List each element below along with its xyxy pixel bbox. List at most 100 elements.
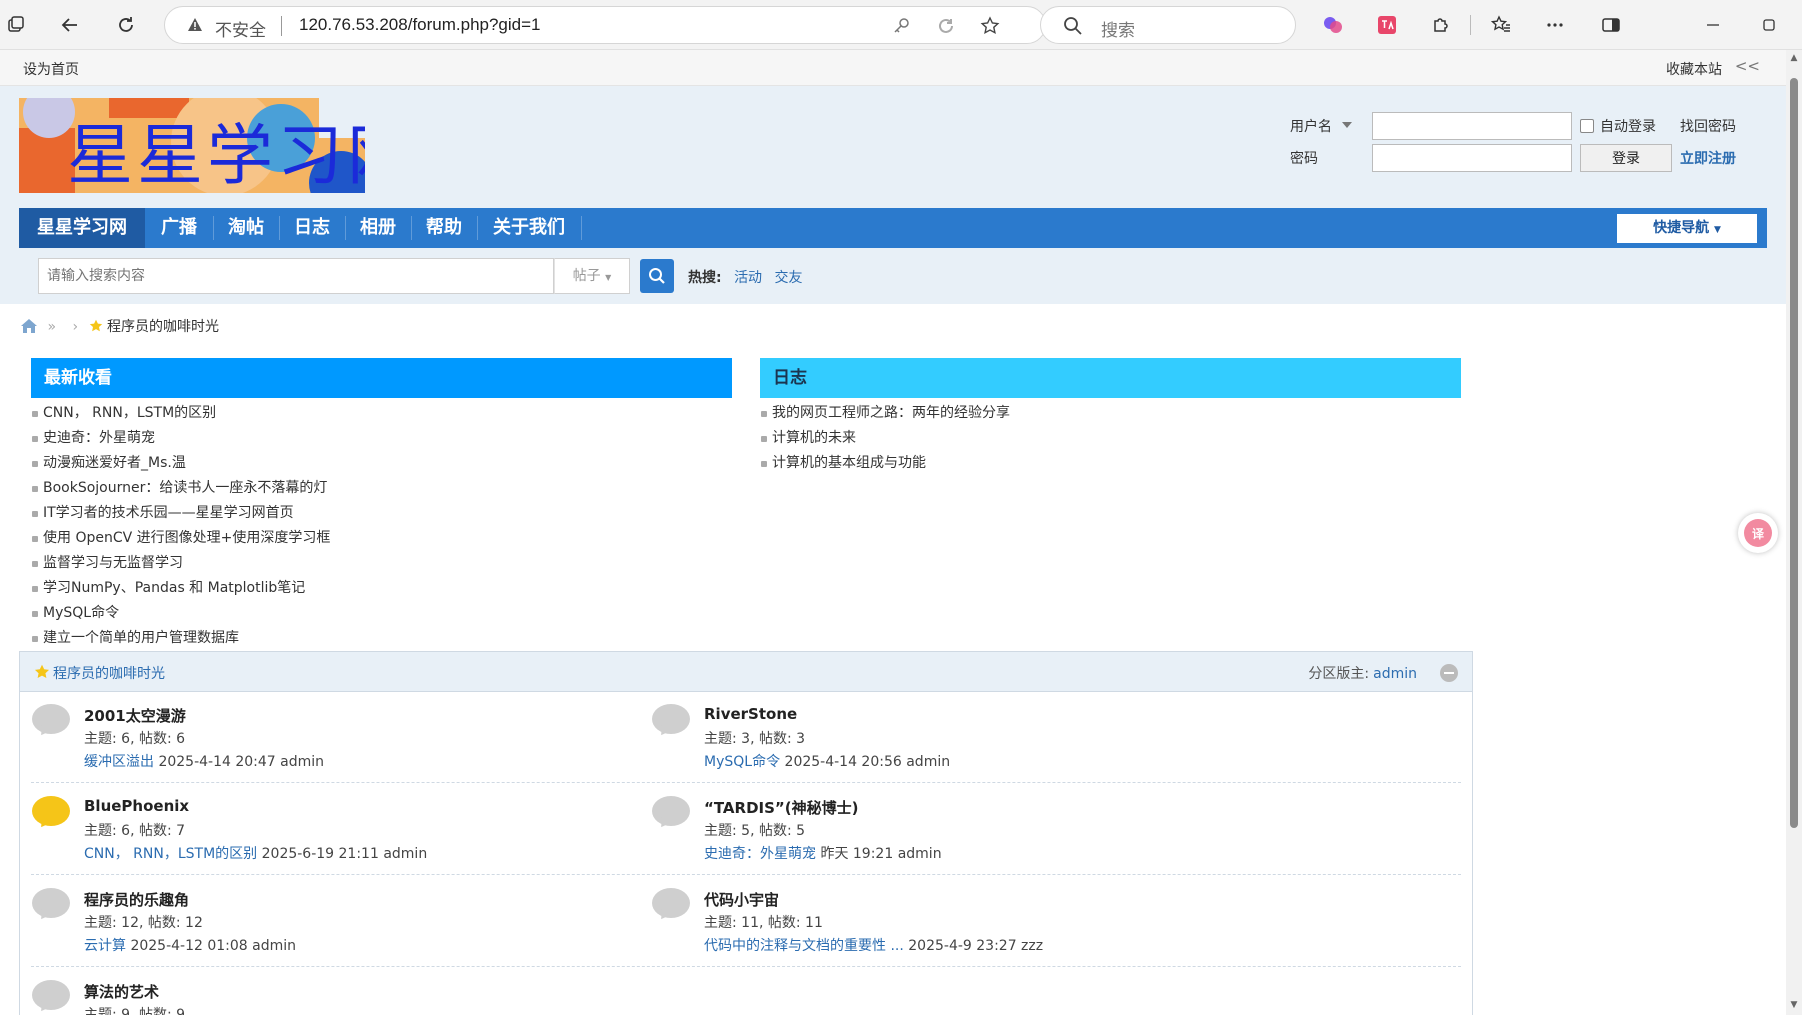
nav-item-blog[interactable]: 日志 <box>279 208 345 248</box>
browser-search-box[interactable]: 搜索 <box>1040 6 1296 44</box>
list-item[interactable]: 使用 OpenCV 进行图像处理+使用深度学习框 <box>31 526 732 551</box>
set-home-link[interactable]: 设为首页 <box>23 59 79 79</box>
nav-item-collections[interactable]: 淘帖 <box>213 208 279 248</box>
maximize-icon[interactable] <box>1756 12 1782 38</box>
last-post-meta: 2025-4-14 20:47 admin <box>158 754 325 770</box>
scrollbar-thumb[interactable] <box>1790 78 1798 828</box>
board-stats: 主题: 6, 帖数: 7 <box>84 823 186 839</box>
moderator-link[interactable]: admin <box>1373 666 1417 682</box>
password-label[interactable]: 密码 <box>1290 148 1318 168</box>
retrieve-password-link[interactable]: 找回密码 <box>1680 116 1736 136</box>
back-icon[interactable] <box>54 9 86 41</box>
list-item[interactable]: 我的网页工程师之路：两年的经验分享 <box>760 401 1461 426</box>
search-icon <box>1064 17 1082 35</box>
list-item[interactable]: CNN， RNN，LSTM的区别 <box>31 401 732 426</box>
star-icon <box>89 319 102 332</box>
board-name[interactable]: BluePhoenix <box>84 797 189 815</box>
board-name[interactable]: 2001太空漫游 <box>84 705 186 726</box>
list-item[interactable]: 计算机的基本组成与功能 <box>760 451 1461 476</box>
list-item[interactable]: 学习NumPy、Pandas 和 Matplotlib笔记 <box>31 576 732 601</box>
last-post-link[interactable]: 代码中的注释与文档的重要性 ... <box>704 938 904 954</box>
forum-board: 代码小宇宙 主题: 11, 帖数: 11 代码中的注释与文档的重要性 ... 2… <box>640 877 1340 967</box>
collapse-topbar-icon[interactable]: << <box>1735 57 1760 75</box>
hot-search-label: 热搜: <box>688 270 722 286</box>
nav-item-broadcast[interactable]: 广播 <box>145 208 213 248</box>
list-item[interactable]: BookSojourner：给读书人一座永不落幕的灯 <box>31 476 732 501</box>
forum-board: 算法的艺术 主题: 9, 帖数: 9 <box>20 969 720 1015</box>
url-text[interactable]: 120.76.53.208/forum.php?gid=1 <box>299 15 541 35</box>
refresh-icon[interactable] <box>110 9 142 41</box>
board-name[interactable]: 代码小宇宙 <box>704 889 779 910</box>
nav-item-about[interactable]: 关于我们 <box>477 208 581 248</box>
password-input[interactable] <box>1372 144 1572 172</box>
chevron-down-icon[interactable] <box>1342 122 1352 128</box>
hot-search-friends[interactable]: 交友 <box>775 270 803 286</box>
insecure-label[interactable]: 不安全 <box>215 16 266 41</box>
bookmark-site-link[interactable]: 收藏本站 <box>1666 59 1722 79</box>
sidebar-toggle-icon[interactable] <box>1598 12 1624 38</box>
forum-section-title[interactable]: 程序员的咖啡时光 <box>53 663 165 683</box>
site-logo[interactable]: 星星学习网 <box>19 98 365 193</box>
last-post-link[interactable]: MySQL命令 <box>704 754 780 770</box>
favorite-star-icon[interactable] <box>979 15 1001 37</box>
hot-searches: 热搜: 活动 交友 <box>688 267 803 287</box>
copilot-icon[interactable] <box>1320 12 1346 38</box>
favorites-icon[interactable] <box>1488 12 1514 38</box>
quick-nav-button[interactable]: 快捷导航 ▼ <box>1617 214 1757 243</box>
scroll-up-icon[interactable]: ▲ <box>1789 53 1799 63</box>
list-item[interactable]: 建立一个简单的用户管理数据库 <box>31 626 732 651</box>
translate-extension-icon[interactable] <box>1374 12 1400 38</box>
last-post-link[interactable]: 缓冲区溢出 <box>84 754 154 770</box>
list-item[interactable]: 动漫痴迷爱好者_Ms.温 <box>31 451 732 476</box>
address-bar[interactable]: 不安全 120.76.53.208/forum.php?gid=1 <box>164 6 1046 44</box>
forum-section-header: 程序员的咖啡时光 分区版主: admin <box>20 652 1472 692</box>
list-item[interactable]: MySQL命令 <box>31 601 732 626</box>
nav-item-home[interactable]: 星星学习网 <box>19 208 145 248</box>
search-type-select[interactable]: 帖子 ▼ <box>554 258 630 294</box>
site-search-input[interactable] <box>38 258 554 294</box>
board-status-icon <box>652 888 690 918</box>
board-name[interactable]: “TARDIS”(神秘博士) <box>704 797 859 818</box>
hot-search-activity[interactable]: 活动 <box>734 270 762 286</box>
last-post-link[interactable]: 云计算 <box>84 938 126 954</box>
username-input[interactable] <box>1372 112 1572 140</box>
scroll-down-icon[interactable]: ▼ <box>1789 1000 1799 1010</box>
page-scrollbar[interactable]: ▲ ▼ <box>1786 50 1802 1015</box>
login-button[interactable]: 登录 <box>1580 144 1672 172</box>
auto-login-checkbox[interactable] <box>1580 119 1594 133</box>
collapse-section-icon[interactable] <box>1440 664 1458 682</box>
board-status-icon <box>32 888 70 918</box>
breadcrumb-current[interactable]: 程序员的咖啡时光 <box>107 319 219 335</box>
minimize-icon[interactable] <box>1700 12 1726 38</box>
nav-divider <box>581 216 582 240</box>
username-label[interactable]: 用户名 <box>1290 116 1332 136</box>
last-post-link[interactable]: CNN， RNN，LSTM的区别 <box>84 846 257 862</box>
board-name[interactable]: RiverStone <box>704 705 797 723</box>
more-menu-icon[interactable] <box>1542 12 1568 38</box>
warning-icon[interactable] <box>187 17 203 33</box>
board-name[interactable]: 算法的艺术 <box>84 981 159 1002</box>
nav-item-help[interactable]: 帮助 <box>411 208 477 248</box>
last-post-meta: 2025-6-19 21:11 admin <box>261 846 428 862</box>
site-search-button[interactable] <box>640 259 674 293</box>
register-link[interactable]: 立即注册 <box>1680 148 1736 168</box>
tab-actions-icon[interactable] <box>0 9 32 41</box>
floating-translate-button[interactable]: 译 <box>1738 513 1778 553</box>
auto-login-label[interactable]: 自动登录 <box>1600 116 1656 136</box>
board-status-icon <box>32 980 70 1010</box>
row-divider <box>31 966 1461 967</box>
last-post-link[interactable]: 史迪奇：外星萌宠 <box>704 846 816 862</box>
list-item[interactable]: 监督学习与无监督学习 <box>31 551 732 576</box>
list-item[interactable]: 计算机的未来 <box>760 426 1461 451</box>
nav-item-album[interactable]: 相册 <box>345 208 411 248</box>
list-item[interactable]: 史迪奇：外星萌宠 <box>31 426 732 451</box>
board-stats: 主题: 5, 帖数: 5 <box>704 823 806 839</box>
extensions-puzzle-icon[interactable] <box>1428 12 1454 38</box>
board-name[interactable]: 程序员的乐趣角 <box>84 889 189 910</box>
reader-refresh-icon[interactable] <box>935 15 957 37</box>
forum-board: 程序员的乐趣角 主题: 12, 帖数: 12 云计算 2025-4-12 01:… <box>20 877 720 967</box>
list-item[interactable]: IT学习者的技术乐园——星星学习网首页 <box>31 501 732 526</box>
translate-icon: 译 <box>1744 519 1772 547</box>
key-icon[interactable] <box>891 15 913 37</box>
home-icon[interactable] <box>21 319 37 333</box>
